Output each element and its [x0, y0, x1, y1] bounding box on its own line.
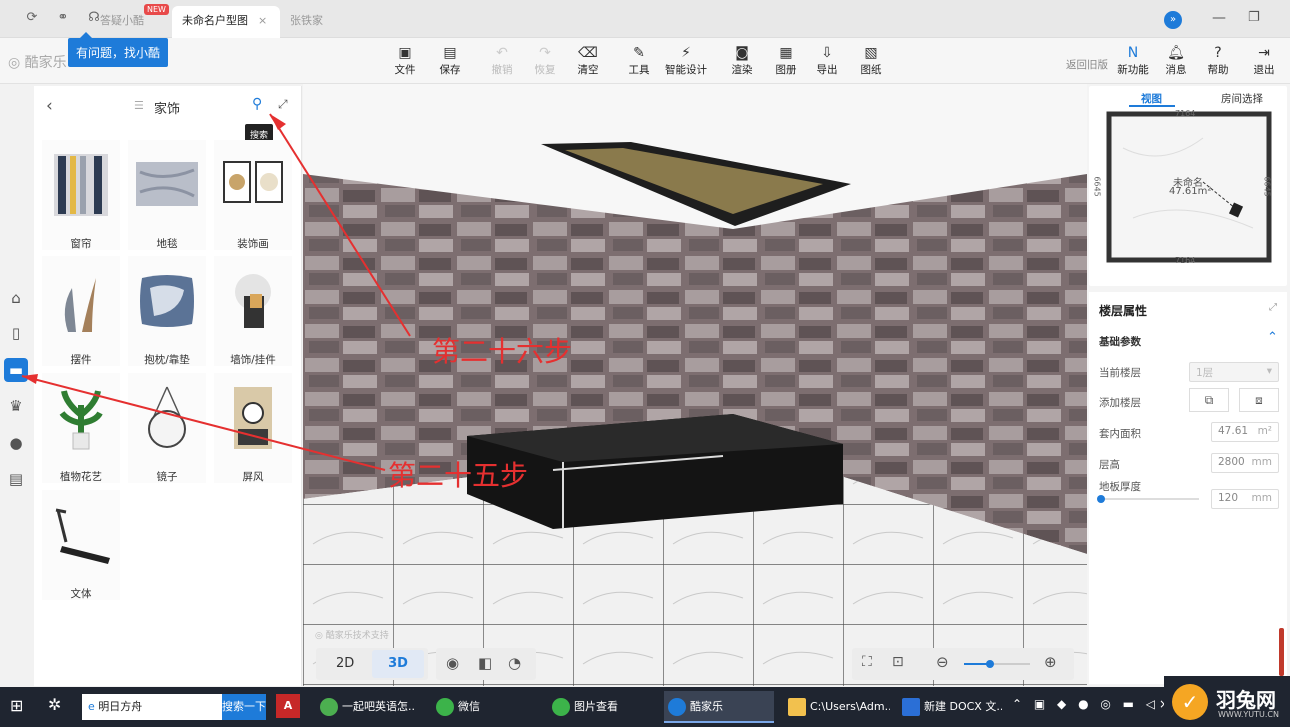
annotation-step26: 第二十六步 — [432, 335, 573, 368]
annotation-step25: 第二十五步 — [388, 459, 529, 492]
annotation-arrows — [21, 113, 411, 471]
